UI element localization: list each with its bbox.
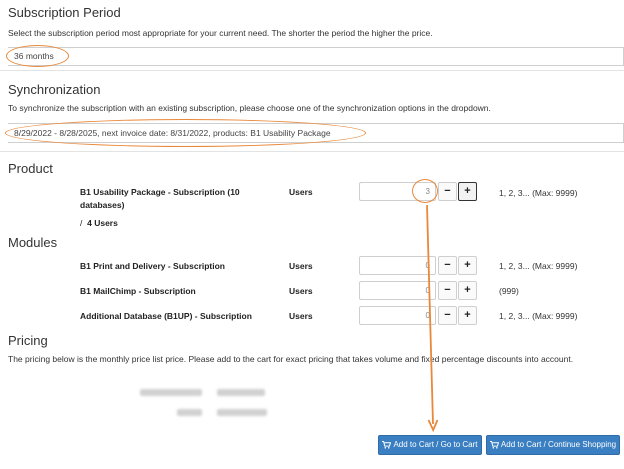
annotation-arrow <box>426 204 439 433</box>
